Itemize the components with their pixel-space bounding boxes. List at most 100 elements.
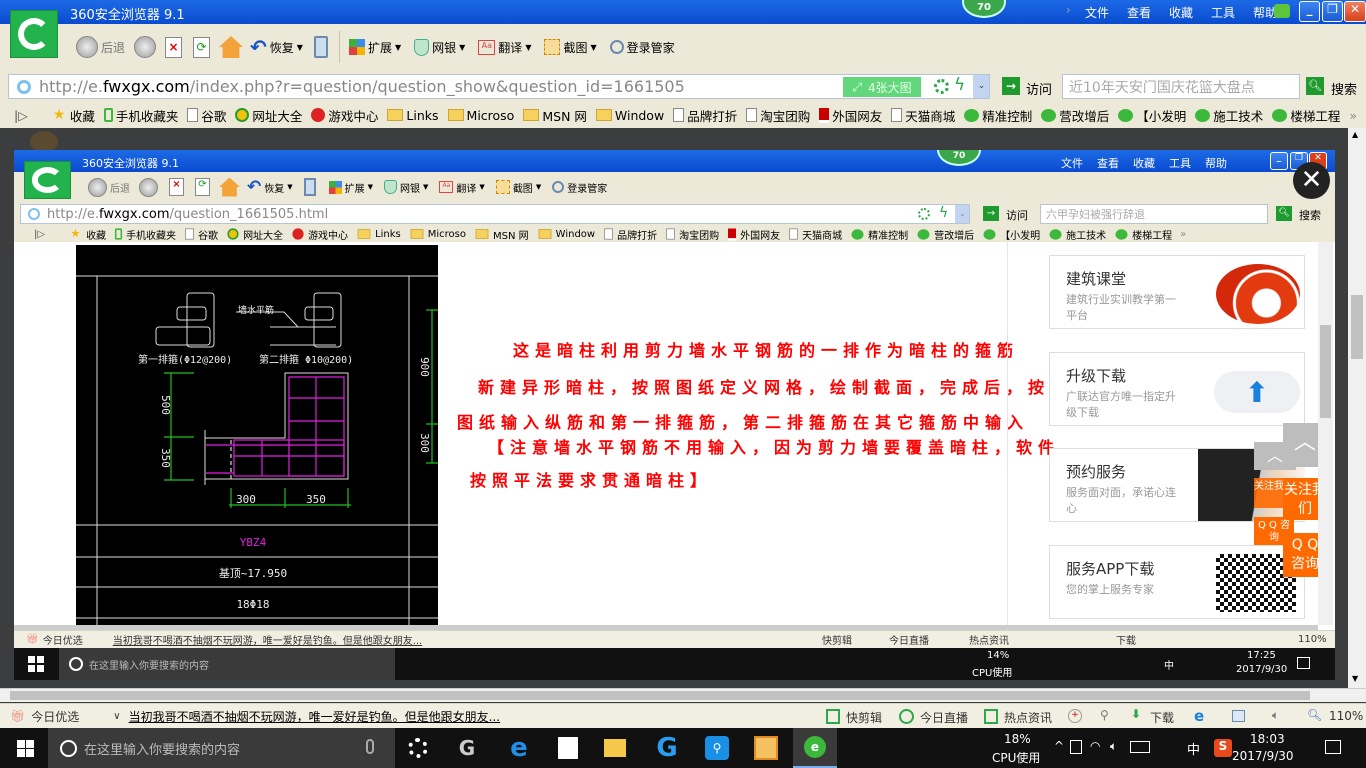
sogou-ime-icon[interactable]: S xyxy=(1214,739,1232,757)
taskbar-store-icon[interactable] xyxy=(558,737,578,759)
speed-mode-icon[interactable]: ϟ xyxy=(954,75,965,95)
windows-start-icon[interactable] xyxy=(17,740,34,757)
back-icon[interactable] xyxy=(76,36,98,58)
taskbar-app-fan-icon[interactable] xyxy=(408,738,428,758)
minimize-button[interactable]: _ xyxy=(1299,1,1320,22)
close-button[interactable]: ✕ xyxy=(1344,1,1366,22)
volume-icon[interactable]: 🔈︎ xyxy=(1272,708,1279,723)
today-picks[interactable]: 今日优选 xyxy=(31,708,79,725)
hot-news-button[interactable]: 热点资讯 xyxy=(1004,709,1052,726)
bookmark-item[interactable]: 营改增后 xyxy=(1041,106,1109,125)
bookmark-item[interactable]: 楼梯工程 xyxy=(1272,106,1340,125)
live-icon[interactable] xyxy=(899,709,914,724)
bookmark-item[interactable]: 【小发明 xyxy=(1118,106,1186,125)
stop-icon[interactable]: × xyxy=(165,36,183,58)
taskbar-360-browser-icon[interactable]: G xyxy=(655,733,679,763)
refresh-icon[interactable]: ⟳ xyxy=(193,36,211,58)
login-key-icon[interactable] xyxy=(609,40,624,54)
extensions-label[interactable]: 扩展 xyxy=(368,39,392,56)
lightbox-close-button[interactable]: ✕ xyxy=(1293,162,1330,199)
window-icon[interactable] xyxy=(1232,710,1245,722)
taskbar-active-app[interactable]: e xyxy=(793,728,837,768)
search-button[interactable]: 搜索 xyxy=(1331,79,1357,98)
clock-time[interactable]: 18:03 xyxy=(1250,732,1285,746)
address-dropdown-icon[interactable]: ⌄ xyxy=(973,75,989,98)
dropdown-icon[interactable]: ▼ xyxy=(590,43,596,52)
login-manager-label[interactable]: 登录管家 xyxy=(627,39,675,56)
bookmark-item[interactable]: 精准控制 xyxy=(964,106,1032,125)
clip-icon[interactable] xyxy=(826,709,840,724)
chevron-down-icon[interactable]: ∨ xyxy=(113,711,120,722)
bookmark-item[interactable]: 施工技术 xyxy=(1195,106,1263,125)
news-link[interactable]: 当初我哥不喝酒不抽烟不玩网游，唯一爱好是钓鱼。但是他跟女朋友... xyxy=(129,708,500,725)
bank-shield-icon[interactable] xyxy=(414,38,430,56)
dropdown-icon[interactable]: ▼ xyxy=(459,43,465,52)
zoom-icon[interactable]: 🔍︎ xyxy=(1307,708,1322,722)
translate-icon[interactable]: Aa xyxy=(478,39,496,55)
extensions-icon[interactable] xyxy=(348,39,365,55)
bookmark-item[interactable]: 外国网友 xyxy=(819,106,882,125)
download-button[interactable]: 下载 xyxy=(1150,709,1174,726)
dropdown-icon[interactable]: ▼ xyxy=(395,43,401,52)
bookmark-item[interactable]: 游戏中心 xyxy=(311,106,378,125)
bookmarks-toggle-icon[interactable]: |▷ xyxy=(14,108,28,123)
tray-battery-icon[interactable] xyxy=(1070,740,1082,754)
bookmark-item[interactable]: Window xyxy=(595,108,664,123)
bookmark-item[interactable]: Links xyxy=(387,108,439,123)
back-label[interactable]: 后退 xyxy=(101,39,125,56)
compat-mode-icon[interactable] xyxy=(934,79,949,94)
dropdown-icon[interactable]: ▼ xyxy=(525,43,531,52)
ie-icon[interactable]: e xyxy=(1194,707,1204,725)
bookmark-item[interactable]: MSN 网 xyxy=(523,106,587,125)
home-icon[interactable] xyxy=(219,36,244,58)
bookmark-item[interactable]: 品牌打折 xyxy=(673,106,737,125)
tray-expand-icon[interactable]: ^ xyxy=(1054,739,1064,753)
taskbar-app-swirl-icon[interactable]: G xyxy=(456,736,478,760)
taskbar-app-blue-icon[interactable]: ⚲ xyxy=(705,736,729,760)
card-app-download[interactable]: 服务APP下载 您的掌上服务专家 xyxy=(1049,545,1305,619)
go-button[interactable]: 访问 xyxy=(1026,79,1052,98)
more-bookmarks-icon[interactable]: » xyxy=(1349,108,1357,123)
restore-label[interactable]: 恢复 xyxy=(270,39,294,56)
bookmark-item[interactable]: 天猫商城 xyxy=(891,106,955,125)
microphone-icon[interactable] xyxy=(366,739,374,754)
live-today-button[interactable]: 今日直播 xyxy=(920,709,968,726)
outer-vertical-scrollbar[interactable]: ▲ ▼ xyxy=(1348,128,1366,688)
bookmark-item[interactable]: 手机收藏夹 xyxy=(103,106,178,125)
bank-label[interactable]: 网银 xyxy=(432,39,456,56)
news-icon[interactable] xyxy=(984,709,998,724)
skin-shirt-icon[interactable] xyxy=(1274,4,1290,18)
bookmark-item[interactable]: 谷歌 xyxy=(187,106,226,125)
translate-label[interactable]: 翻译 xyxy=(498,39,522,56)
big-image-button[interactable]: ⤢ 4张大图 xyxy=(843,77,921,97)
forward-icon[interactable] xyxy=(134,36,157,58)
h-scroll-thumb[interactable] xyxy=(10,691,1310,700)
zoom-level[interactable]: 110% xyxy=(1329,709,1363,723)
menu-view[interactable]: 查看 xyxy=(1127,4,1151,21)
card-building-class[interactable]: 建筑课堂 建筑行业实训教学第一平台 xyxy=(1049,255,1305,329)
bookmark-item[interactable]: 淘宝团购 xyxy=(746,106,810,125)
restore-tab-icon[interactable]: ↶ xyxy=(250,35,267,59)
medic-icon[interactable]: + xyxy=(1068,709,1082,723)
dropdown-icon[interactable]: ▼ xyxy=(297,43,303,52)
search-input[interactable]: 近10年天安门国庆花篮大盘点 xyxy=(1062,74,1300,99)
screenshot-label[interactable]: 截图 xyxy=(563,39,587,56)
screenshot-icon[interactable] xyxy=(544,39,561,55)
clock-date[interactable]: 2017/9/30 xyxy=(1232,749,1294,763)
card-upgrade-download[interactable]: 升级下载 广联达官方唯一指定升级下载 ⬆ xyxy=(1049,352,1305,426)
menu-tools[interactable]: 工具 xyxy=(1211,4,1235,21)
outer-horizontal-scrollbar[interactable] xyxy=(0,688,1366,702)
notification-center-icon[interactable] xyxy=(1325,740,1341,754)
quick-clip-button[interactable]: 快剪辑 xyxy=(846,709,882,726)
score-badge[interactable]: 70 xyxy=(962,0,1006,18)
go-arrow-icon[interactable]: → xyxy=(1002,77,1020,95)
scroll-down-icon[interactable]: ▼ xyxy=(1352,674,1358,683)
mobile-icon[interactable] xyxy=(313,36,328,58)
taskbar-search-box[interactable]: 在这里输入你要搜索的内容 xyxy=(48,728,395,768)
download-arrow-icon[interactable]: ⬇ xyxy=(1131,707,1141,721)
tray-keyboard-icon[interactable] xyxy=(1130,741,1150,753)
bookmark-item[interactable]: ★ 收藏 xyxy=(53,106,95,125)
taskbar-explorer-icon[interactable] xyxy=(604,739,626,757)
ime-indicator[interactable]: 中 xyxy=(1187,739,1200,758)
menu-file[interactable]: 文件 xyxy=(1085,4,1109,21)
